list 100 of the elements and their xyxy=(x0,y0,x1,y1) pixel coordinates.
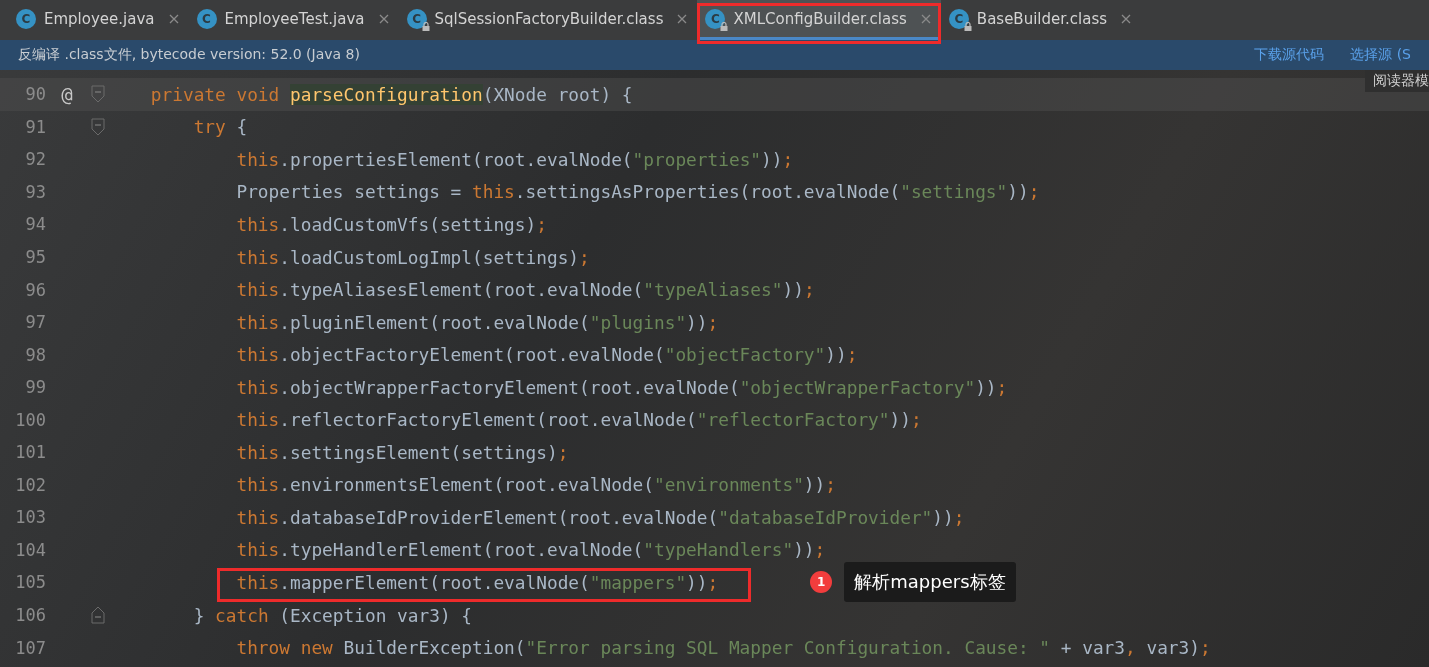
code-token: ; xyxy=(910,409,922,431)
code-token: this xyxy=(235,474,280,496)
code-token: .propertiesElement(root.evalNode( xyxy=(279,148,633,170)
code-token: .loadCustomLogImpl(settings) xyxy=(279,246,580,268)
code-token: .settingsAsProperties(root.evalNode( xyxy=(514,181,901,203)
code-token: + var3 xyxy=(1059,637,1125,659)
line-number: 90 xyxy=(24,84,46,105)
code-token: )) xyxy=(825,344,847,366)
code-token: .loadCustomVfs(settings) xyxy=(279,213,537,235)
class-icon: C xyxy=(406,8,427,29)
code-token: "typeAliases" xyxy=(643,279,783,301)
reader-mode-button[interactable]: 阅读器模 xyxy=(1365,70,1429,92)
code-token: )) xyxy=(761,148,783,170)
code-token: .databaseIdProviderElement(root.evalNode( xyxy=(279,506,719,528)
tab-label: Employee.java xyxy=(44,9,155,28)
editor-tab[interactable]: C SqlSessionFactoryBuilder.class xyxy=(398,0,698,40)
class-icon: C xyxy=(196,8,217,29)
line-number: 100 xyxy=(14,409,46,430)
code-token: this xyxy=(235,279,280,301)
override-marker[interactable]: @ xyxy=(61,83,73,106)
code-token: var3) xyxy=(1145,637,1200,659)
fold-icon[interactable] xyxy=(91,85,105,104)
line-number: 104 xyxy=(14,539,46,560)
code-token: ; xyxy=(557,441,569,463)
tab-label: XMLConfigBuilder.class xyxy=(733,9,907,28)
line-number: 91 xyxy=(24,116,46,137)
line-number: 103 xyxy=(14,507,46,528)
code-token: (XNode root) { xyxy=(482,83,633,105)
fold-icon[interactable] xyxy=(91,117,105,136)
line-number: 102 xyxy=(14,474,46,495)
editor-tab[interactable]: C BaseBuilder.class xyxy=(940,0,1142,40)
code-token: )) xyxy=(803,474,826,496)
tab-label: BaseBuilder.class xyxy=(976,9,1108,28)
code-token: ; xyxy=(996,376,1008,398)
code-token: private void xyxy=(149,83,281,105)
line-number: 97 xyxy=(24,312,46,333)
code-token: "reflectorFactory" xyxy=(696,409,890,431)
code-token: "objectWrapperFactory" xyxy=(739,376,976,398)
tab-label: SqlSessionFactoryBuilder.class xyxy=(434,9,664,28)
code-token: .pluginElement(root.evalNode( xyxy=(279,311,590,333)
code-token: this xyxy=(235,344,280,366)
code-token: ; xyxy=(953,506,965,528)
code-token: this xyxy=(235,376,280,398)
fold-icon[interactable] xyxy=(91,606,105,624)
code-token: "environments" xyxy=(654,474,804,496)
code-token: .environmentsElement(root.evalNode( xyxy=(279,474,654,496)
code-token: "properties" xyxy=(632,148,762,170)
code-token: "typeHandlers" xyxy=(643,539,794,561)
code-token: this xyxy=(235,311,280,333)
editor-tab[interactable]: C EmployeeTest.java xyxy=(188,0,399,40)
code-token: "databaseIdProvider" xyxy=(718,506,933,528)
code-token: .typeHandlerElement(root.evalNode( xyxy=(279,539,644,561)
class-icon: C xyxy=(948,8,969,29)
code-token: try xyxy=(192,116,226,138)
code-token: "mappers" xyxy=(589,571,687,593)
step-badge: 1 xyxy=(810,571,833,594)
code-token: )) xyxy=(686,571,708,593)
code-token: } xyxy=(192,604,206,626)
class-icon: C xyxy=(705,8,726,29)
close-icon[interactable] xyxy=(677,13,688,24)
code-token: ; xyxy=(846,344,858,366)
close-icon[interactable] xyxy=(378,13,389,24)
close-icon[interactable] xyxy=(168,13,179,24)
code-token: this xyxy=(235,213,280,235)
code-token: "Error parsing SQL Mapper Configuration. Cause: " xyxy=(525,637,1051,659)
code-token: this xyxy=(235,539,280,561)
code-token: "plugins" xyxy=(589,311,687,333)
code-token: throw new xyxy=(235,637,333,659)
tab-label: EmployeeTest.java xyxy=(224,9,365,28)
code-token: )) xyxy=(782,279,804,301)
code-token: this xyxy=(235,441,280,463)
line-number: 107 xyxy=(14,637,46,658)
code-token: parseConfiguration xyxy=(290,83,483,105)
code-token: BuilderException( xyxy=(342,637,526,659)
decompiled-notice: 反编译 .class文件, bytecode version: 52.0 (Java 8) xyxy=(18,46,361,64)
line-number: 101 xyxy=(14,442,46,463)
code-token: "settings" xyxy=(900,181,1008,203)
code-token: ; xyxy=(825,474,836,496)
code-token: ; xyxy=(814,539,826,561)
class-icon: C xyxy=(16,8,36,29)
close-icon[interactable] xyxy=(920,13,931,24)
code-token: .mapperElement(root.evalNode( xyxy=(279,571,590,593)
code-token: )) xyxy=(975,376,997,398)
code-token: "objectFactory" xyxy=(664,344,826,366)
line-number: 105 xyxy=(14,572,46,593)
close-icon[interactable] xyxy=(1121,13,1132,24)
editor-tab[interactable]: C Employee.java xyxy=(8,0,189,40)
code-token: .settingsElement(settings) xyxy=(279,441,558,463)
line-number: 98 xyxy=(24,344,46,365)
code-token: )) xyxy=(686,311,708,333)
code-token: )) xyxy=(793,539,815,561)
code-token: .objectWrapperFactoryElement(root.evalNode( xyxy=(279,376,740,398)
code-token: (Exception var3) { xyxy=(278,604,472,626)
code-token: ; xyxy=(536,213,547,235)
code-token: catch xyxy=(215,604,269,626)
code-token: this xyxy=(472,181,515,203)
code-token: this xyxy=(235,246,280,268)
line-number: 92 xyxy=(24,149,46,170)
code-token: ; xyxy=(1028,181,1040,203)
code-token: .objectFactoryElement(root.evalNode( xyxy=(279,344,665,366)
